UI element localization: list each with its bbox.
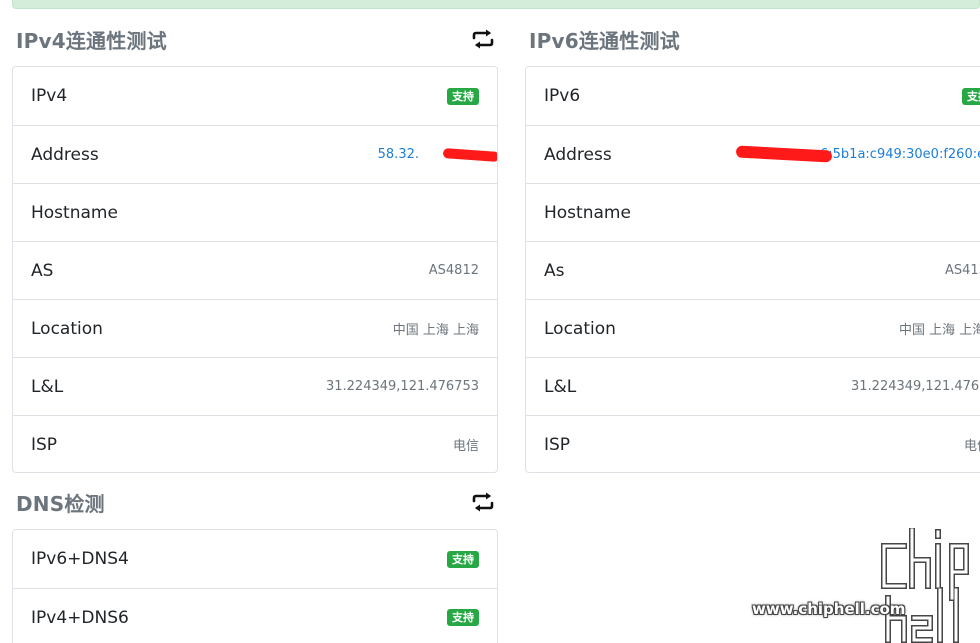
ipv4-row-location: Location 中国 上海 上海	[13, 299, 497, 357]
row-label: Hostname	[544, 202, 631, 223]
row-value: 电信	[964, 439, 980, 454]
row-label: Location	[544, 318, 616, 339]
dns-card: IPv6+DNS4 支持 IPv4+DNS6 支持	[12, 529, 498, 643]
row-value: 电信	[452, 439, 479, 454]
row-label: Address	[544, 144, 612, 165]
ipv4-row-support: IPv4 支持	[13, 67, 497, 125]
row-label: As	[544, 260, 565, 281]
redaction-mark	[442, 148, 497, 162]
row-label: ISP	[31, 434, 58, 455]
row-label: Address	[31, 144, 99, 165]
ipv4-row-hostname: Hostname	[13, 183, 497, 241]
ipv4-row-latlng: L&L 31.224349,121.476753	[13, 357, 497, 415]
row-label: IPv6+DNS4	[31, 549, 129, 569]
ipv4-card: IPv4 支持 Address 58.32. Hostname AS AS481…	[12, 66, 498, 473]
watermark-url: www.chiphell.com	[752, 600, 906, 618]
row-value: AS413	[945, 263, 980, 278]
refresh-icon[interactable]	[470, 26, 496, 52]
row-label: IPv4+DNS6	[31, 607, 129, 628]
support-badge: 支持	[447, 609, 479, 626]
ipv4-section-header: IPv4连通性测试	[16, 24, 496, 54]
row-value: 中国 上海 上海	[392, 323, 479, 338]
ipv4-row-as: AS AS4812	[13, 241, 497, 299]
ipv6-row-location: Location 中国 上海 上海	[526, 299, 980, 357]
ipv6-section-header: IPv6连通性测试	[529, 24, 980, 54]
refresh-icon[interactable]	[470, 489, 496, 515]
redaction-mark	[735, 145, 833, 163]
ipv6-row-as: As AS413	[526, 241, 980, 299]
chiphell-watermark: www.chiphell.com	[752, 528, 980, 643]
row-value: AS4812	[428, 263, 479, 278]
top-alert-bar	[12, 0, 980, 9]
row-value: 中国 上海 上海	[899, 323, 980, 338]
row-label: IPv4	[31, 86, 68, 106]
row-label: AS	[31, 260, 54, 281]
support-badge: 支持	[447, 550, 479, 568]
row-label: ISP	[544, 434, 571, 455]
row-label: L&L	[544, 376, 577, 397]
row-value: 31.224349,121.47675	[851, 379, 980, 394]
ipv6-address-link[interactable]: 6:5b1a:c949:30e0:f260:ec	[820, 147, 980, 162]
dns-row-ipv6-dns4: IPv6+DNS4 支持	[13, 530, 497, 588]
ipv6-card: IPv6 支持 Address 6:5b1a:c949:30e0:f260:ec…	[525, 66, 980, 473]
dns-section-title: DNS检测	[16, 491, 105, 516]
ipv6-row-hostname: Hostname	[526, 183, 980, 241]
dns-section-header: DNS检测	[16, 487, 496, 517]
ipv4-address-link[interactable]: 58.32.	[378, 147, 419, 162]
ipv6-row-isp: ISP 电信	[526, 415, 980, 472]
row-label: Location	[31, 318, 103, 339]
row-label: IPv6	[544, 86, 581, 106]
row-label: Hostname	[31, 202, 118, 223]
ipv6-section-title: IPv6连通性测试	[529, 28, 680, 53]
dns-row-ipv4-dns6: IPv4+DNS6 支持	[13, 588, 497, 643]
ipv6-row-address: Address 6:5b1a:c949:30e0:f260:ec	[526, 125, 980, 183]
chiphell-logo	[881, 528, 969, 643]
ipv4-section-title: IPv4连通性测试	[16, 28, 167, 53]
ipv4-row-isp: ISP 电信	[13, 415, 497, 472]
ipv6-row-support: IPv6 支持	[526, 67, 980, 125]
support-badge: 支持	[447, 87, 479, 105]
ipv4-row-address: Address 58.32.	[13, 125, 497, 183]
row-value: 31.224349,121.476753	[325, 379, 479, 394]
row-label: L&L	[31, 376, 64, 397]
support-badge: 支持	[962, 87, 980, 105]
ipv6-row-latlng: L&L 31.224349,121.47675	[526, 357, 980, 415]
